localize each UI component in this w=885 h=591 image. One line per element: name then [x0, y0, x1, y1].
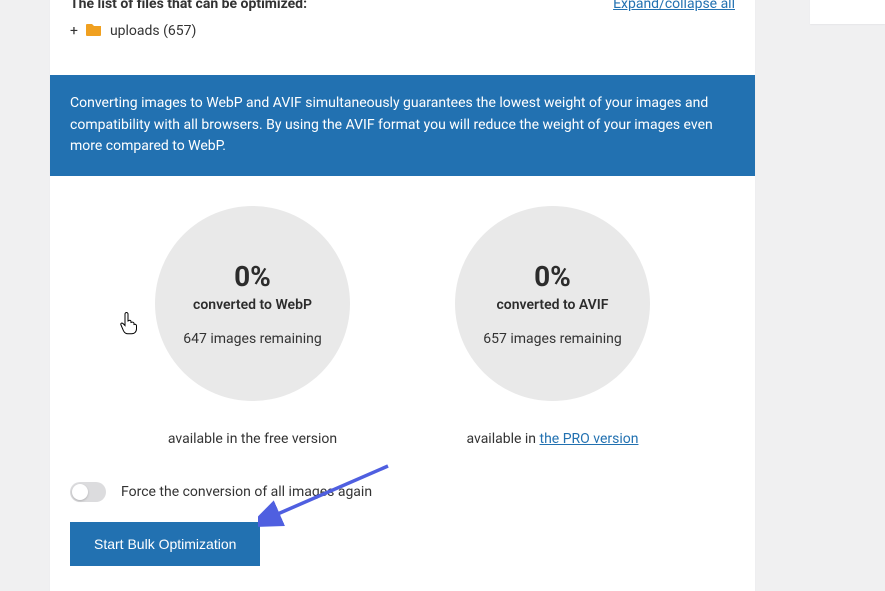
- force-toggle[interactable]: [70, 482, 106, 502]
- folder-icon: [86, 22, 102, 40]
- avif-remaining: 657 images remaining: [483, 331, 621, 347]
- webp-availability: available in the free version: [143, 431, 363, 447]
- expand-collapse-link[interactable]: Expand/collapse all: [613, 0, 735, 12]
- avif-label: converted to AVIF: [496, 297, 608, 313]
- sidebar-block: [810, 0, 885, 24]
- force-toggle-label: Force the conversion of all images again: [121, 484, 372, 500]
- stats-row: 0% converted to WebP 647 images remainin…: [50, 206, 755, 447]
- info-banner: Converting images to WebP and AVIF simul…: [50, 75, 755, 176]
- avif-availability: available in the PRO version: [443, 431, 663, 447]
- folder-label: uploads (657): [110, 23, 196, 39]
- start-bulk-optimization-button[interactable]: Start Bulk Optimization: [70, 522, 260, 566]
- plus-icon: +: [70, 23, 78, 39]
- files-title: The list of files that can be optimized:: [70, 0, 307, 12]
- webp-percent: 0%: [234, 260, 271, 293]
- webp-stat-block: 0% converted to WebP 647 images remainin…: [143, 206, 363, 447]
- webp-remaining: 647 images remaining: [183, 331, 321, 347]
- avif-progress-circle: 0% converted to AVIF 657 images remainin…: [455, 206, 650, 401]
- files-row[interactable]: + uploads (657): [50, 12, 755, 55]
- avif-availability-prefix: available in: [467, 431, 540, 447]
- toggle-knob: [72, 484, 88, 500]
- force-toggle-row: Force the conversion of all images again: [50, 482, 755, 502]
- main-panel: The list of files that can be optimized:…: [50, 0, 755, 591]
- avif-stat-block: 0% converted to AVIF 657 images remainin…: [443, 206, 663, 447]
- files-header: The list of files that can be optimized:…: [50, 0, 755, 12]
- webp-label: converted to WebP: [193, 297, 312, 313]
- avif-percent: 0%: [534, 260, 571, 293]
- pro-version-link[interactable]: the PRO version: [540, 431, 639, 447]
- webp-progress-circle: 0% converted to WebP 647 images remainin…: [155, 206, 350, 401]
